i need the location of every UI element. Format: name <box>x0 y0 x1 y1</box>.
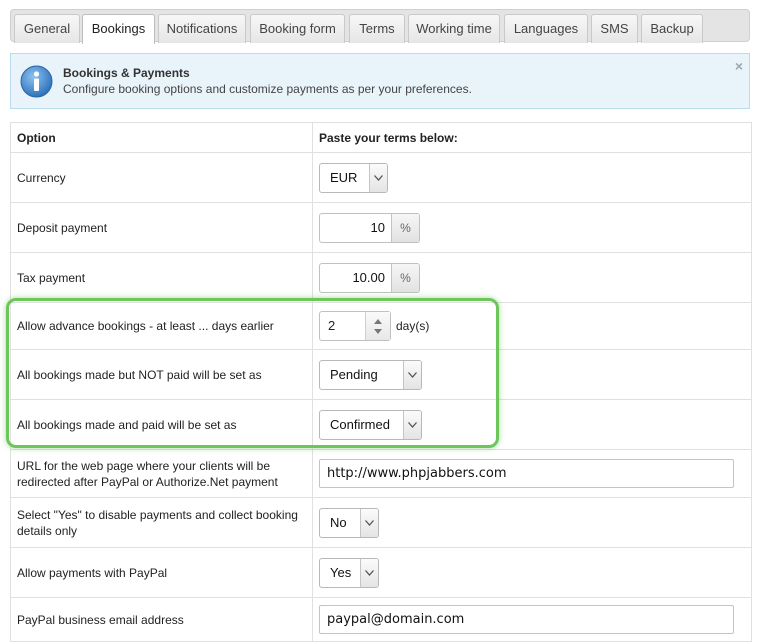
paypal-email-label: PayPal business email address <box>10 597 313 642</box>
paypal-email-input[interactable]: paypal@domain.com <box>319 605 734 634</box>
paypal-enabled-value: Yes <box>330 564 352 580</box>
table-row: Tax payment 10.00 % <box>10 252 752 303</box>
tab-bookings[interactable]: Bookings <box>82 14 155 44</box>
currency-label: Currency <box>10 152 313 203</box>
value-column-header: Paste your terms below: <box>312 122 752 153</box>
paid-status-value: Confirmed <box>330 416 390 432</box>
close-icon[interactable]: × <box>735 58 743 74</box>
tab-general[interactable]: General <box>14 14 80 43</box>
advance-days-value: 2 <box>328 318 336 333</box>
tab-booking-form[interactable]: Booking form <box>250 14 345 43</box>
paid-status-label: All bookings made and paid will be set a… <box>10 399 313 450</box>
disable-payments-select[interactable]: No <box>319 507 379 538</box>
info-notice: Bookings & Payments Configure booking op… <box>10 53 750 109</box>
chevron-down-icon <box>374 174 383 181</box>
chevron-down-icon <box>365 569 374 576</box>
tax-value: 10.00 <box>352 269 385 285</box>
not-paid-status-select[interactable]: Pending <box>319 359 422 390</box>
table-row: Allow advance bookings - at least ... da… <box>10 302 752 350</box>
disable-payments-value: No <box>330 514 347 530</box>
tab-backup[interactable]: Backup <box>641 14 703 43</box>
bookings-options-table: Option Paste your terms below: Currency … <box>10 122 752 642</box>
table-row: Allow payments with PayPal Yes <box>10 547 752 598</box>
tab-working-time[interactable]: Working time <box>408 14 500 43</box>
deposit-input[interactable]: 10 % <box>319 212 420 243</box>
disable-payments-label: Select "Yes" to disable payments and col… <box>10 497 313 548</box>
paypal-enabled-label: Allow payments with PayPal <box>10 547 313 598</box>
percent-addon: % <box>391 213 419 242</box>
table-row: PayPal business email address paypal@dom… <box>10 597 752 642</box>
days-unit: day(s) <box>396 319 430 333</box>
advance-bookings-label: Allow advance bookings - at least ... da… <box>10 302 313 350</box>
redirect-url-value: http://www.phpjabbers.com <box>327 466 507 481</box>
chevron-up-icon[interactable] <box>374 319 382 324</box>
chevron-down-icon <box>408 421 417 428</box>
paypal-email-value: paypal@domain.com <box>327 612 465 627</box>
currency-select[interactable]: EUR <box>319 162 388 193</box>
percent-addon: % <box>391 263 419 292</box>
settings-tab-bar: General Bookings Notifications Booking f… <box>10 9 750 44</box>
not-paid-status-label: All bookings made but NOT paid will be s… <box>10 349 313 400</box>
tab-languages[interactable]: Languages <box>504 14 588 43</box>
chevron-down-icon <box>365 519 374 526</box>
tax-input[interactable]: 10.00 % <box>319 262 420 293</box>
tab-notifications[interactable]: Notifications <box>158 14 246 43</box>
chevron-down-icon <box>408 371 417 378</box>
table-row: Select "Yes" to disable payments and col… <box>10 497 752 548</box>
tax-label: Tax payment <box>10 252 313 303</box>
info-icon <box>20 65 53 98</box>
paid-status-select[interactable]: Confirmed <box>319 409 422 440</box>
table-header-row: Option Paste your terms below: <box>10 122 752 153</box>
notice-text: Configure booking options and customize … <box>63 82 472 96</box>
table-row: All bookings made but NOT paid will be s… <box>10 349 752 400</box>
deposit-value: 10 <box>370 219 385 235</box>
table-row: All bookings made and paid will be set a… <box>10 399 752 450</box>
redirect-url-input[interactable]: http://www.phpjabbers.com <box>319 459 734 488</box>
table-row: Currency EUR <box>10 152 752 203</box>
option-column-header: Option <box>10 122 313 153</box>
advance-days-stepper[interactable]: 2 <box>319 311 391 341</box>
chevron-down-icon[interactable] <box>374 329 382 334</box>
notice-title: Bookings & Payments <box>63 66 190 80</box>
paypal-enabled-select[interactable]: Yes <box>319 557 379 588</box>
table-row: Deposit payment 10 % <box>10 202 752 253</box>
tab-sms[interactable]: SMS <box>591 14 638 43</box>
table-row: URL for the web page where your clients … <box>10 449 752 498</box>
not-paid-status-value: Pending <box>330 366 378 382</box>
currency-value: EUR <box>330 169 358 185</box>
deposit-label: Deposit payment <box>10 202 313 253</box>
tab-terms[interactable]: Terms <box>349 14 405 43</box>
redirect-url-label: URL for the web page where your clients … <box>10 449 313 498</box>
